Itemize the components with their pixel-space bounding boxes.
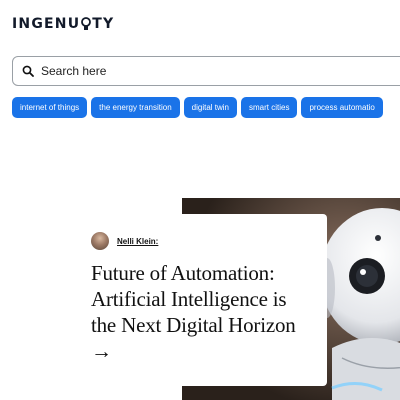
- logo-text-right: TY: [92, 16, 115, 32]
- author-link[interactable]: Nelli Klein:: [117, 237, 158, 246]
- lightbulb-icon: [81, 17, 92, 31]
- article-card[interactable]: Nelli Klein: Future of Automation: Artif…: [75, 214, 327, 386]
- tag-process-automation[interactable]: process automatio: [301, 97, 383, 118]
- topic-tags: internet of things the energy transition…: [12, 97, 383, 118]
- tag-smart-cities[interactable]: smart cities: [241, 97, 298, 118]
- article-headline[interactable]: Future of Automation: Artificial Intelli…: [91, 260, 311, 364]
- page: INGENU TY internet of things the energy …: [0, 0, 400, 400]
- search-bar[interactable]: [12, 56, 400, 86]
- ingenuity-logo[interactable]: INGENU TY: [12, 14, 114, 34]
- author-row: Nelli Klein:: [91, 232, 311, 250]
- tag-digital-twin[interactable]: digital twin: [183, 97, 238, 118]
- search-icon: [21, 64, 35, 78]
- tag-internet-of-things[interactable]: internet of things: [12, 97, 88, 118]
- author-avatar: [91, 232, 109, 250]
- search-input[interactable]: [41, 64, 341, 78]
- logo-text-left: INGENU: [12, 16, 81, 32]
- tag-energy-transition[interactable]: the energy transition: [91, 97, 180, 118]
